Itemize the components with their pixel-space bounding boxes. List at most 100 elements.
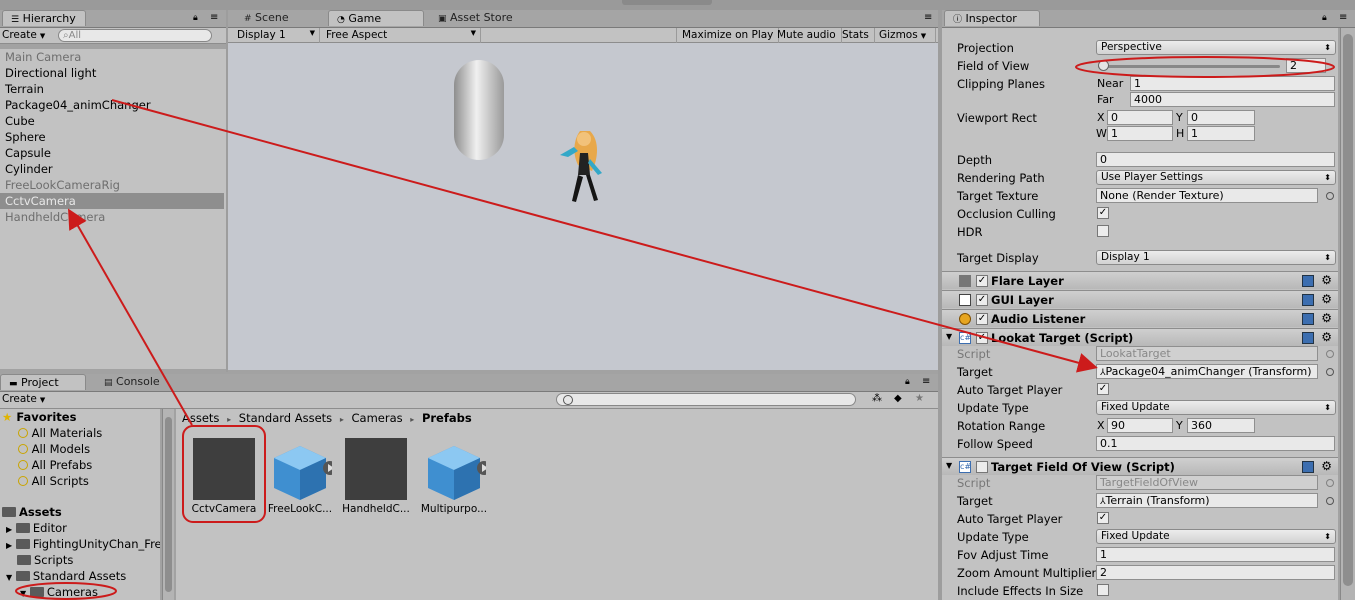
expand-arrow-icon[interactable]: ▼: [946, 461, 952, 470]
folder-item[interactable]: ▼ Standard Assets: [6, 568, 126, 584]
prefab-thumbnail-freelook[interactable]: [270, 438, 337, 500]
help-book-icon[interactable]: [1302, 313, 1314, 325]
hierarchy-item[interactable]: Sphere: [0, 129, 224, 145]
favorite-item[interactable]: All Models: [18, 441, 90, 457]
far-field[interactable]: 4000: [1130, 92, 1335, 107]
component-header-flare[interactable]: ✓ Flare Layer ⚙: [942, 271, 1338, 289]
update-type-select[interactable]: Fixed Update ⬍: [1096, 400, 1336, 415]
occlusion-checkbox[interactable]: ✓: [1097, 207, 1109, 219]
rotation-x-field[interactable]: 90: [1107, 418, 1173, 433]
hdr-checkbox[interactable]: [1097, 225, 1109, 237]
gear-icon[interactable]: ⚙: [1321, 459, 1332, 473]
gizmos-toggle[interactable]: Gizmos ▼: [874, 28, 936, 44]
target-texture-field[interactable]: None (Render Texture): [1096, 188, 1318, 203]
component-enabled-checkbox[interactable]: ✓: [976, 332, 988, 344]
stats-toggle[interactable]: Stats: [837, 28, 875, 44]
mute-audio-toggle[interactable]: Mute audio: [772, 28, 842, 44]
breadcrumb-item[interactable]: Cameras: [352, 411, 403, 425]
viewport-x-field[interactable]: 0: [1107, 110, 1173, 125]
gear-icon[interactable]: ⚙: [1321, 273, 1332, 287]
gear-icon[interactable]: ⚙: [1321, 311, 1332, 325]
panel-menu-icon[interactable]: ≡: [924, 12, 932, 23]
tab-project[interactable]: ▬ Project: [0, 374, 86, 390]
component-header-lookat[interactable]: ▼ c# ✓ Lookat Target (Script) ⚙: [942, 328, 1338, 346]
hierarchy-item[interactable]: CctvCamera: [0, 193, 224, 209]
play-controls[interactable]: [622, 0, 712, 5]
hierarchy-item[interactable]: Terrain: [0, 81, 224, 97]
hierarchy-create-button[interactable]: Create ▼: [2, 29, 45, 41]
include-effects-checkbox[interactable]: [1097, 584, 1109, 596]
fov-adjust-time-field[interactable]: 1: [1096, 547, 1335, 562]
component-header-tfov[interactable]: ▼ c# Target Field Of View (Script) ⚙: [942, 457, 1338, 475]
panel-menu-icon[interactable]: ≡: [1339, 12, 1347, 23]
component-enabled-checkbox[interactable]: ✓: [976, 294, 988, 306]
rendering-path-select[interactable]: Use Player Settings ⬍: [1096, 170, 1336, 185]
panel-menu-icon[interactable]: ≡: [210, 12, 218, 23]
folder-item-cameras[interactable]: ▼ Cameras: [20, 584, 98, 600]
object-picker-icon[interactable]: [1326, 497, 1334, 505]
favorite-star-icon[interactable]: ★: [915, 393, 924, 404]
hierarchy-item[interactable]: Cube: [0, 113, 224, 129]
component-header-gui[interactable]: ✓ GUI Layer ⚙: [942, 290, 1338, 308]
prefab-thumbnail-multipurpose[interactable]: [424, 438, 491, 500]
follow-speed-field[interactable]: 0.1: [1096, 436, 1335, 451]
object-picker-icon[interactable]: [1326, 192, 1334, 200]
rotation-y-field[interactable]: 360: [1187, 418, 1255, 433]
game-view[interactable]: [228, 43, 938, 370]
breadcrumb-item[interactable]: Prefabs: [422, 411, 472, 425]
tab-inspector[interactable]: ⓘ Inspector: [944, 10, 1040, 26]
viewport-h-field[interactable]: 1: [1187, 126, 1255, 141]
tab-game[interactable]: ◔ Game: [328, 10, 424, 26]
hierarchy-item[interactable]: Directional light: [0, 65, 224, 81]
hierarchy-item[interactable]: Main Camera: [0, 49, 224, 65]
hierarchy-item[interactable]: HandheldCamera: [0, 209, 224, 225]
component-enabled-checkbox[interactable]: ✓: [976, 275, 988, 287]
hierarchy-item[interactable]: Cylinder: [0, 161, 224, 177]
depth-field[interactable]: 0: [1096, 152, 1335, 167]
component-enabled-checkbox[interactable]: ✓: [976, 313, 988, 325]
tab-console[interactable]: ▤ Console: [96, 374, 168, 390]
maximize-on-play-toggle[interactable]: Maximize on Play: [676, 28, 780, 44]
fov-slider-thumb[interactable]: [1097, 60, 1109, 71]
tab-scene[interactable]: # Scene: [236, 10, 297, 26]
gear-icon[interactable]: ⚙: [1321, 292, 1332, 306]
fov-value-field[interactable]: 2: [1286, 58, 1326, 73]
folder-item[interactable]: ▶ FightingUnityChan_Fre: [6, 536, 160, 552]
lookat-target-field[interactable]: ⅄Package04_animChanger (Transform): [1096, 364, 1318, 379]
hierarchy-search-input[interactable]: ⌕All: [58, 29, 212, 42]
favorite-item[interactable]: All Prefabs: [18, 457, 92, 473]
near-field[interactable]: 1: [1130, 76, 1335, 91]
display-select[interactable]: Display 1 ▼: [232, 28, 320, 44]
help-book-icon[interactable]: [1302, 294, 1314, 306]
project-search-input[interactable]: [556, 393, 856, 406]
object-picker-icon[interactable]: [1326, 368, 1334, 376]
update-type-select[interactable]: Fixed Update ⬍: [1096, 529, 1336, 544]
panel-menu-icon[interactable]: ≡: [922, 376, 930, 387]
lock-icon[interactable]: 🔒︎: [1322, 13, 1327, 23]
expand-arrow-icon[interactable]: ▼: [946, 332, 952, 341]
project-create-button[interactable]: Create ▼: [2, 393, 45, 405]
component-header-audio[interactable]: ✓ Audio Listener ⚙: [942, 309, 1338, 327]
favorite-item[interactable]: All Scripts: [18, 473, 89, 489]
auto-target-checkbox[interactable]: ✓: [1097, 383, 1109, 395]
tab-asset-store[interactable]: ▣ Asset Store: [430, 10, 521, 26]
target-display-select[interactable]: Display 1 ⬍: [1096, 250, 1336, 265]
prefab-thumbnail-cctv[interactable]: [193, 438, 255, 500]
viewport-y-field[interactable]: 0: [1187, 110, 1255, 125]
aspect-select[interactable]: Free Aspect ▼: [321, 28, 481, 44]
filter-label-icon[interactable]: ◆: [894, 393, 902, 404]
favorite-item[interactable]: All Materials: [18, 425, 102, 441]
breadcrumb-item[interactable]: Assets: [182, 411, 219, 425]
filter-type-icon[interactable]: ⁂: [872, 393, 882, 404]
lock-icon[interactable]: 🔒︎: [905, 377, 910, 387]
breadcrumb-item[interactable]: Standard Assets: [239, 411, 332, 425]
tab-hierarchy[interactable]: ☰ Hierarchy: [2, 10, 86, 26]
auto-target-checkbox[interactable]: ✓: [1097, 512, 1109, 524]
fov-slider-track[interactable]: [1098, 65, 1280, 68]
component-enabled-checkbox[interactable]: [976, 461, 988, 473]
folder-item[interactable]: ▶ Editor: [6, 520, 67, 536]
hierarchy-item[interactable]: FreeLookCameraRig: [0, 177, 224, 193]
assets-header[interactable]: Assets: [2, 504, 62, 520]
viewport-w-field[interactable]: 1: [1107, 126, 1173, 141]
lock-icon[interactable]: 🔒︎: [193, 13, 198, 23]
